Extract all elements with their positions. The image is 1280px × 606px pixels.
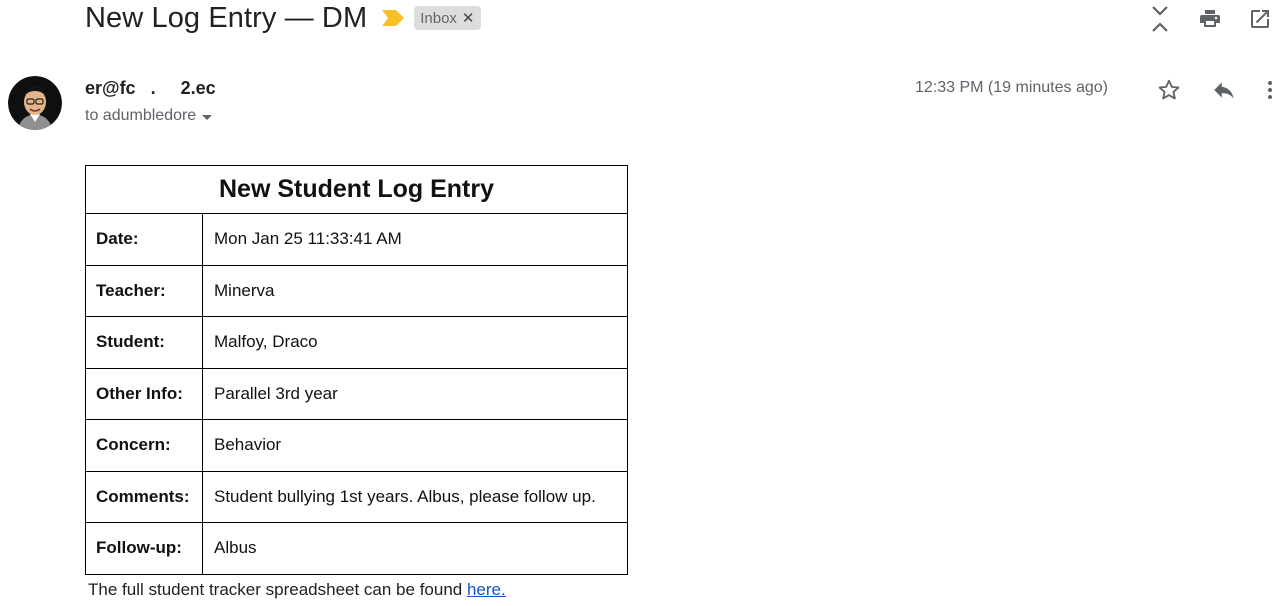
table-header-row: New Student Log Entry (85, 165, 628, 214)
print-icon[interactable] (1198, 7, 1222, 31)
row-label: Comments: (85, 470, 203, 523)
table-row: Student: Malfoy, Draco (85, 316, 628, 369)
dropdown-caret-icon[interactable] (202, 114, 213, 120)
row-label: Student: (85, 316, 203, 369)
row-label: Follow-up: (85, 522, 203, 575)
table-row: Other Info: Parallel 3rd year (85, 367, 628, 420)
inbox-label-text: Inbox (420, 9, 457, 27)
row-label: Teacher: (85, 264, 203, 317)
student-log-table: New Student Log Entry Date: Mon Jan 25 1… (85, 165, 628, 575)
row-value: Parallel 3rd year (202, 367, 628, 420)
message-actions (1156, 77, 1274, 108)
row-label: Other Info: (85, 367, 203, 420)
table-row: Comments: Student bullying 1st years. Al… (85, 470, 628, 523)
importance-marker-icon[interactable] (382, 10, 405, 26)
sender-address[interactable]: er@fc . 2.ec (85, 78, 216, 99)
row-value: Behavior (202, 419, 628, 472)
collapse-all-icon[interactable] (1148, 4, 1172, 34)
star-icon[interactable] (1156, 77, 1182, 108)
row-label: Concern: (85, 419, 203, 472)
recipient-text: to adumbledore (85, 107, 197, 124)
table-row: Concern: Behavior (85, 419, 628, 472)
footer-note: The full student tracker spreadsheet can… (88, 580, 506, 600)
footer-text: The full student tracker spreadsheet can… (88, 580, 467, 599)
inbox-label-chip: Inbox ✕ (414, 6, 481, 30)
email-subject: New Log Entry — DM (85, 1, 368, 34)
table-title: New Student Log Entry (85, 165, 628, 214)
row-value: Student bullying 1st years. Albus, pleas… (202, 470, 628, 523)
remove-label-icon[interactable]: ✕ (462, 9, 475, 27)
row-value: Minerva (202, 264, 628, 317)
table-row: Teacher: Minerva (85, 264, 628, 317)
reply-icon[interactable] (1211, 77, 1237, 108)
sender-avatar[interactable] (8, 76, 62, 130)
row-value: Albus (202, 522, 628, 575)
row-value: Mon Jan 25 11:33:41 AM (202, 213, 628, 266)
subject-row: New Log Entry — DM Inbox ✕ (85, 0, 481, 36)
spreadsheet-link[interactable]: here. (467, 580, 506, 599)
row-label: Date: (85, 213, 203, 266)
more-options-icon[interactable] (1266, 78, 1274, 107)
table-row: Date: Mon Jan 25 11:33:41 AM (85, 213, 628, 266)
thread-toolbar (1148, 4, 1272, 34)
email-timestamp: 12:33 PM (19 minutes ago) (915, 79, 1108, 96)
table-row: Follow-up: Albus (85, 522, 628, 575)
open-in-new-window-icon[interactable] (1248, 7, 1272, 31)
row-value: Malfoy, Draco (202, 316, 628, 369)
recipient-line[interactable]: to adumbledore (85, 107, 213, 125)
